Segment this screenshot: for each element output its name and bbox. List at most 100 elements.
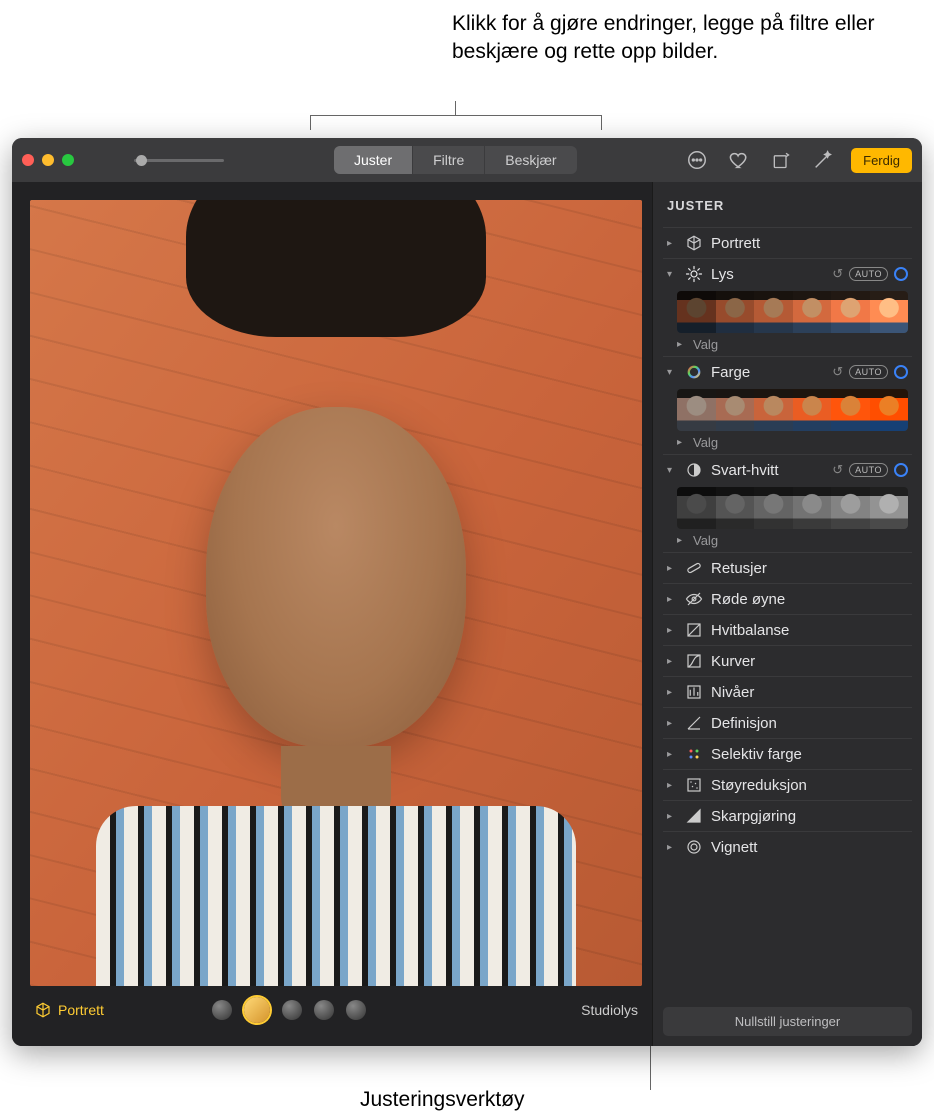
portrait-badge[interactable]: Portrett xyxy=(34,1001,104,1019)
adj-label: Retusjer xyxy=(711,560,767,577)
adj-levels[interactable]: ▸ Nivåer xyxy=(663,676,912,707)
lighting-controls xyxy=(212,997,366,1023)
color-thumb-strip[interactable] xyxy=(677,389,908,431)
adj-label: Lys xyxy=(711,266,734,283)
cube-icon xyxy=(34,1001,52,1019)
adj-label: Hvitbalanse xyxy=(711,622,789,639)
adj-label: Støyreduksjon xyxy=(711,777,807,794)
eye-off-icon xyxy=(685,590,703,608)
wand-icon[interactable] xyxy=(809,146,837,174)
titlebar: Juster Filtre Beskjær Ferdig xyxy=(12,138,922,182)
toggle-ring[interactable] xyxy=(894,463,908,477)
adj-light[interactable]: ▾ Lys ↺ AUTO xyxy=(663,258,912,289)
curves-icon xyxy=(685,652,703,670)
callout-bottom: Justeringsverktøy xyxy=(360,1088,525,1112)
adj-definition[interactable]: ▸ Definisjon xyxy=(663,707,912,738)
auto-button[interactable]: AUTO xyxy=(849,463,888,477)
levels-icon xyxy=(685,683,703,701)
adj-label: Farge xyxy=(711,364,750,381)
adj-label: Nivåer xyxy=(711,684,754,701)
cube-icon xyxy=(685,234,703,252)
adj-sharpen[interactable]: ▸ Skarpgjøring xyxy=(663,800,912,831)
light-options[interactable]: ▸Valg xyxy=(677,337,912,352)
definition-icon xyxy=(685,714,703,732)
adj-label: Vignett xyxy=(711,839,757,856)
adj-portrait[interactable]: ▸ Portrett xyxy=(663,227,912,258)
fullscreen-icon[interactable] xyxy=(62,154,74,166)
lighting-option-4[interactable] xyxy=(314,1000,334,1020)
chevron-right-icon: ▸ xyxy=(667,238,677,249)
auto-button[interactable]: AUTO xyxy=(849,365,888,379)
heart-icon[interactable] xyxy=(725,146,753,174)
portrait-badge-label: Portrett xyxy=(58,1002,104,1018)
lighting-option-5[interactable] xyxy=(346,1000,366,1020)
lighting-name-label: Studiolys xyxy=(581,1002,638,1018)
color-options[interactable]: ▸Valg xyxy=(677,435,912,450)
minimize-icon[interactable] xyxy=(42,154,54,166)
lighting-option-2-selected[interactable] xyxy=(244,997,270,1023)
adj-color[interactable]: ▾ Farge ↺ AUTO xyxy=(663,356,912,387)
chevron-right-icon: ▸ xyxy=(667,718,677,729)
illustration xyxy=(206,407,466,747)
bw-icon xyxy=(685,461,703,479)
undo-icon[interactable]: ↺ xyxy=(832,266,843,282)
tab-crop[interactable]: Beskjær xyxy=(485,146,576,174)
bw-thumb-strip[interactable] xyxy=(677,487,908,529)
illustration xyxy=(96,806,576,986)
more-icon[interactable] xyxy=(683,146,711,174)
chevron-down-icon: ▾ xyxy=(667,269,677,280)
toggle-ring[interactable] xyxy=(894,267,908,281)
zoom-slider[interactable] xyxy=(134,159,224,162)
canvas-area: Portrett Studiolys xyxy=(12,182,652,1046)
bandage-icon xyxy=(685,559,703,577)
chevron-right-icon: ▸ xyxy=(677,339,687,350)
chevron-right-icon: ▸ xyxy=(677,437,687,448)
adj-label: Portrett xyxy=(711,235,760,252)
adj-whitebalance[interactable]: ▸ Hvitbalanse xyxy=(663,614,912,645)
reset-adjustments-button[interactable]: Nullstill justeringer xyxy=(663,1007,912,1036)
chevron-right-icon: ▸ xyxy=(667,563,677,574)
adj-extras: ↺ AUTO xyxy=(832,364,908,380)
adj-noise[interactable]: ▸ Støyreduksjon xyxy=(663,769,912,800)
chevron-right-icon: ▸ xyxy=(667,656,677,667)
rotate-icon[interactable] xyxy=(767,146,795,174)
chevron-right-icon: ▸ xyxy=(667,811,677,822)
light-thumb-strip[interactable] xyxy=(677,291,908,333)
adj-selective-color[interactable]: ▸ Selektiv farge xyxy=(663,738,912,769)
adjust-sidebar: JUSTER ▸ Portrett ▾ Lys ↺ AUTO xyxy=(652,182,922,1046)
adj-bw[interactable]: ▾ Svart-hvitt ↺ AUTO xyxy=(663,454,912,485)
photo-canvas[interactable] xyxy=(30,200,642,986)
adj-retouch[interactable]: ▸ Retusjer xyxy=(663,552,912,583)
adj-label: Kurver xyxy=(711,653,755,670)
adj-curves[interactable]: ▸ Kurver xyxy=(663,645,912,676)
adj-vignette[interactable]: ▸ Vignett xyxy=(663,831,912,862)
tab-filters[interactable]: Filtre xyxy=(413,146,485,174)
adj-redeye[interactable]: ▸ Røde øyne xyxy=(663,583,912,614)
toggle-ring[interactable] xyxy=(894,365,908,379)
chevron-down-icon: ▾ xyxy=(667,367,677,378)
chevron-right-icon: ▸ xyxy=(667,594,677,605)
lighting-option-3[interactable] xyxy=(282,1000,302,1020)
chevron-right-icon: ▸ xyxy=(667,749,677,760)
undo-icon[interactable]: ↺ xyxy=(832,364,843,380)
done-button[interactable]: Ferdig xyxy=(851,148,912,173)
toolbar-right: Ferdig xyxy=(683,146,912,174)
adj-label: Selektiv farge xyxy=(711,746,802,763)
tab-adjust[interactable]: Juster xyxy=(334,146,413,174)
illustration xyxy=(186,200,486,337)
auto-button[interactable]: AUTO xyxy=(849,267,888,281)
sharpen-icon xyxy=(685,807,703,825)
close-icon[interactable] xyxy=(22,154,34,166)
canvas-footer: Portrett Studiolys xyxy=(30,986,642,1034)
wb-icon xyxy=(685,621,703,639)
adj-label: Skarpgjøring xyxy=(711,808,796,825)
sun-icon xyxy=(685,265,703,283)
adj-label: Røde øyne xyxy=(711,591,785,608)
undo-icon[interactable]: ↺ xyxy=(832,462,843,478)
adj-label: Svart-hvitt xyxy=(711,462,779,479)
chevron-down-icon: ▾ xyxy=(667,465,677,476)
window-controls xyxy=(22,154,74,166)
content-area: Portrett Studiolys JUSTER ▸ xyxy=(12,182,922,1046)
lighting-option-1[interactable] xyxy=(212,1000,232,1020)
bw-options[interactable]: ▸Valg xyxy=(677,533,912,548)
